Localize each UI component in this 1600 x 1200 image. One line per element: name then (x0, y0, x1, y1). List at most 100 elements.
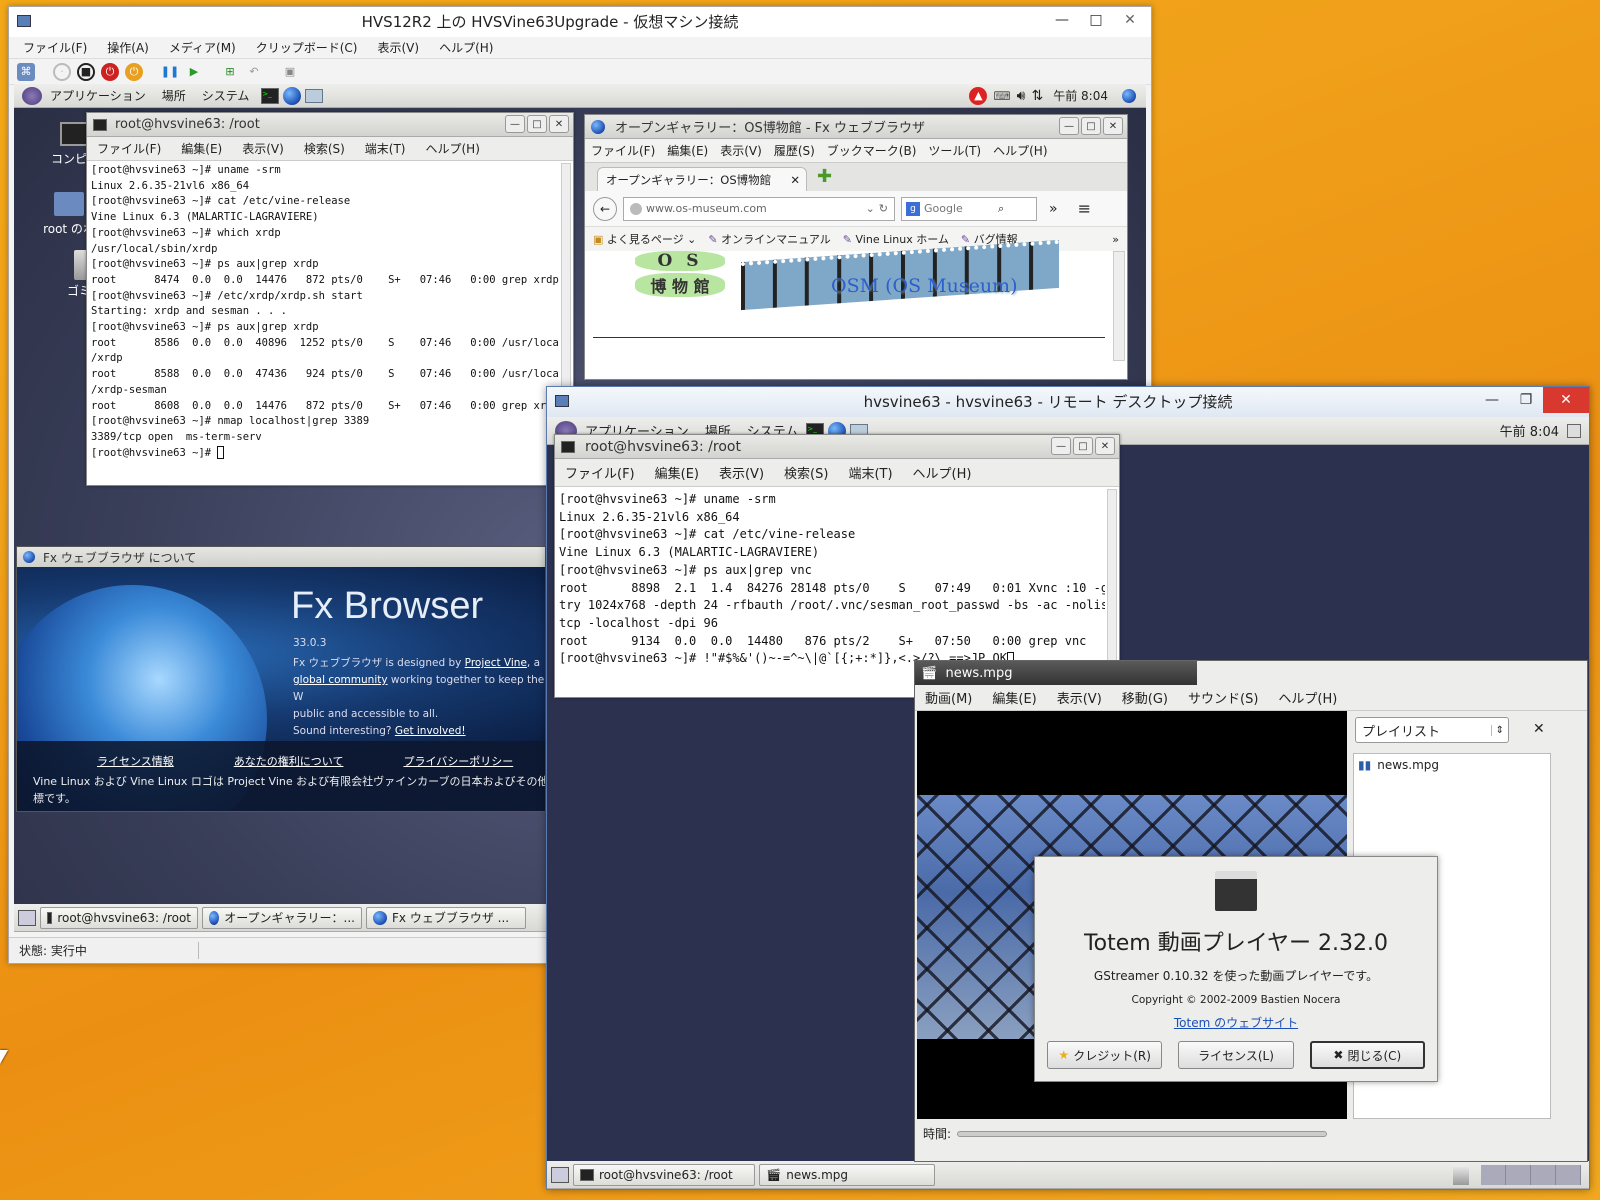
term-menu-help[interactable]: ヘルプ(H) (903, 463, 982, 482)
rights-link[interactable]: あなたの権利について (234, 753, 344, 769)
turn-off-icon[interactable]: ■ (77, 62, 95, 81)
update-icon[interactable]: ▲ (969, 86, 988, 105)
minimize-button[interactable]: — (1475, 387, 1509, 413)
term-menu-search[interactable]: 検索(S) (294, 140, 355, 157)
tab-close-icon[interactable]: ✕ (790, 173, 800, 187)
totem-menu-movie[interactable]: 動画(M) (915, 688, 982, 707)
keyboard-icon[interactable]: ⌨ (993, 89, 1010, 103)
term-menu-file[interactable]: ファイル(F) (555, 463, 645, 482)
start-icon[interactable]: · (53, 62, 71, 81)
maximize-button[interactable]: □ (527, 115, 547, 133)
trash-icon[interactable] (1453, 1164, 1469, 1185)
page-scrollbar[interactable] (1113, 251, 1125, 361)
vine-logo-icon[interactable] (22, 86, 42, 105)
overflow-icon[interactable]: » (1049, 201, 1058, 217)
taskbar-item-terminal[interactable]: root@hvsvine63: /root (40, 906, 198, 929)
get-involved-link[interactable]: Get involved! (395, 725, 466, 737)
term-menu-terminal[interactable]: 端末(T) (355, 140, 416, 157)
close-sidebar-icon[interactable]: ✕ (1533, 721, 1545, 737)
search-box[interactable]: g ⌕ (901, 196, 1037, 221)
vm-menu-view[interactable]: 表示(V) (368, 39, 430, 56)
totem-menu-edit[interactable]: 編集(E) (982, 688, 1046, 707)
browser-menu-help[interactable]: ヘルプ(H) (987, 142, 1053, 159)
google-icon[interactable]: g (906, 201, 920, 216)
search-icon[interactable]: ⌕ (998, 202, 1004, 216)
bookmark-most-visited[interactable]: ▣ よく見るページ ⌄ (593, 231, 696, 247)
minimize-button[interactable]: — (1051, 437, 1071, 455)
tray-icon[interactable] (1567, 423, 1581, 438)
back-icon[interactable]: ← (593, 196, 617, 221)
global-community-link[interactable]: global community (293, 674, 388, 686)
new-tab-icon[interactable]: ✚ (817, 166, 832, 187)
hamburger-menu-icon[interactable]: ≡ (1078, 199, 1091, 218)
term-menu-view[interactable]: 表示(V) (709, 463, 774, 482)
browser-menu-file[interactable]: ファイル(F) (585, 142, 661, 159)
close-button[interactable]: ✕ (1113, 7, 1147, 33)
checkpoint-icon[interactable]: ⊞ (221, 63, 239, 81)
browser-menu-bookmarks[interactable]: ブックマーク(B) (821, 142, 923, 159)
totem-menu-sound[interactable]: サウンド(S) (1178, 688, 1268, 707)
url-bar[interactable]: www.os-museum.com ⌄ ↻ (623, 196, 895, 221)
browser-menu-tools[interactable]: ツール(T) (922, 142, 987, 159)
term-menu-view[interactable]: 表示(V) (232, 140, 294, 157)
save-state-icon[interactable]: ⏻ (125, 62, 143, 81)
maximize-button[interactable]: □ (1081, 117, 1101, 135)
workspace-switcher[interactable] (1481, 1164, 1581, 1185)
url-dropdown-icon[interactable]: ⌄ (866, 202, 875, 215)
show-desktop-icon[interactable] (18, 909, 36, 926)
reload-icon[interactable]: ↻ (879, 202, 888, 215)
pause-icon[interactable]: ❚❚ (161, 63, 179, 81)
term-menu-help[interactable]: ヘルプ(H) (416, 140, 490, 157)
site-info-icon[interactable] (630, 202, 642, 215)
seek-slider[interactable] (957, 1130, 1328, 1137)
privacy-policy-link[interactable]: プライバシーポリシー (403, 753, 513, 769)
vm-menu-file[interactable]: ファイル(F) (13, 39, 97, 56)
resume-icon[interactable]: ▶ (185, 63, 203, 81)
project-vine-link[interactable]: Project Vine (465, 657, 527, 669)
close-button[interactable]: ✕ (1103, 117, 1123, 135)
term-menu-edit[interactable]: 編集(E) (171, 140, 232, 157)
guest-menu-system[interactable]: システム (194, 87, 258, 104)
playlist-item[interactable]: ▮▮ news.mpg (1354, 754, 1550, 776)
close-button[interactable]: ✕ (1543, 387, 1589, 413)
totem-website-link[interactable]: Totem のウェブサイト (1035, 1014, 1437, 1031)
term-menu-search[interactable]: 検索(S) (774, 463, 838, 482)
vm-menu-action[interactable]: 操作(A) (97, 39, 159, 56)
terminal-launcher-icon[interactable]: >_ (261, 87, 280, 104)
totem-menu-help[interactable]: ヘルプ(H) (1268, 688, 1347, 707)
vm-menu-clipboard[interactable]: クリップボード(C) (246, 39, 368, 56)
vm-menu-help[interactable]: ヘルプ(H) (429, 39, 503, 56)
volume-icon[interactable]: 🔊︎ (1017, 88, 1026, 104)
maximize-button[interactable]: □ (1073, 437, 1093, 455)
taskbar-item-browser[interactable]: オープンギャラリー：... (202, 906, 362, 929)
totem-menu-view[interactable]: 表示(V) (1047, 688, 1112, 707)
minimize-button[interactable]: — (505, 115, 525, 133)
close-dialog-button[interactable]: ✖ 閉じる(C) (1309, 1041, 1426, 1069)
term-menu-file[interactable]: ファイル(F) (87, 140, 171, 157)
license-info-link[interactable]: ライセンス情報 (97, 753, 174, 769)
revert-icon[interactable]: ↶ (245, 63, 263, 81)
taskbar-item-about[interactable]: Fx ウェブブラウザ ... (366, 906, 526, 929)
user-globe-icon[interactable] (1122, 88, 1136, 103)
browser-launcher-icon[interactable] (283, 86, 302, 105)
search-input[interactable] (924, 202, 994, 215)
restore-button[interactable]: ❐ (1509, 387, 1543, 413)
maximize-button[interactable]: □ (1079, 7, 1113, 33)
term-menu-terminal[interactable]: 端末(T) (838, 463, 902, 482)
guest-menu-places[interactable]: 場所 (154, 87, 194, 104)
close-button[interactable]: ✕ (1095, 437, 1115, 455)
playlist-select[interactable]: プレイリスト ⇕ (1355, 717, 1509, 743)
terminal-output[interactable]: [root@hvsvine63 ~]# uname -srm Linux 2.6.… (87, 161, 559, 483)
enhanced-session-icon[interactable]: ▣ (281, 63, 299, 81)
browser-menu-edit[interactable]: 編集(E) (661, 142, 714, 159)
minimize-button[interactable]: — (1059, 117, 1079, 135)
show-desktop-icon[interactable] (551, 1166, 569, 1183)
guest-clock[interactable]: 午前 8:04 (1053, 87, 1108, 104)
license-button[interactable]: ライセンス(L) (1178, 1041, 1294, 1069)
browser-menu-view[interactable]: 表示(V) (714, 142, 768, 159)
ctrl-alt-del-icon[interactable]: ⌘ (17, 62, 35, 81)
vm-menu-media[interactable]: メディア(M) (159, 39, 246, 56)
minimize-button[interactable]: — (1045, 7, 1079, 33)
taskbar-item-terminal[interactable]: root@hvsvine63: /root (573, 1163, 755, 1186)
bookmark-manual[interactable]: ✎ オンラインマニュアル (708, 231, 830, 247)
